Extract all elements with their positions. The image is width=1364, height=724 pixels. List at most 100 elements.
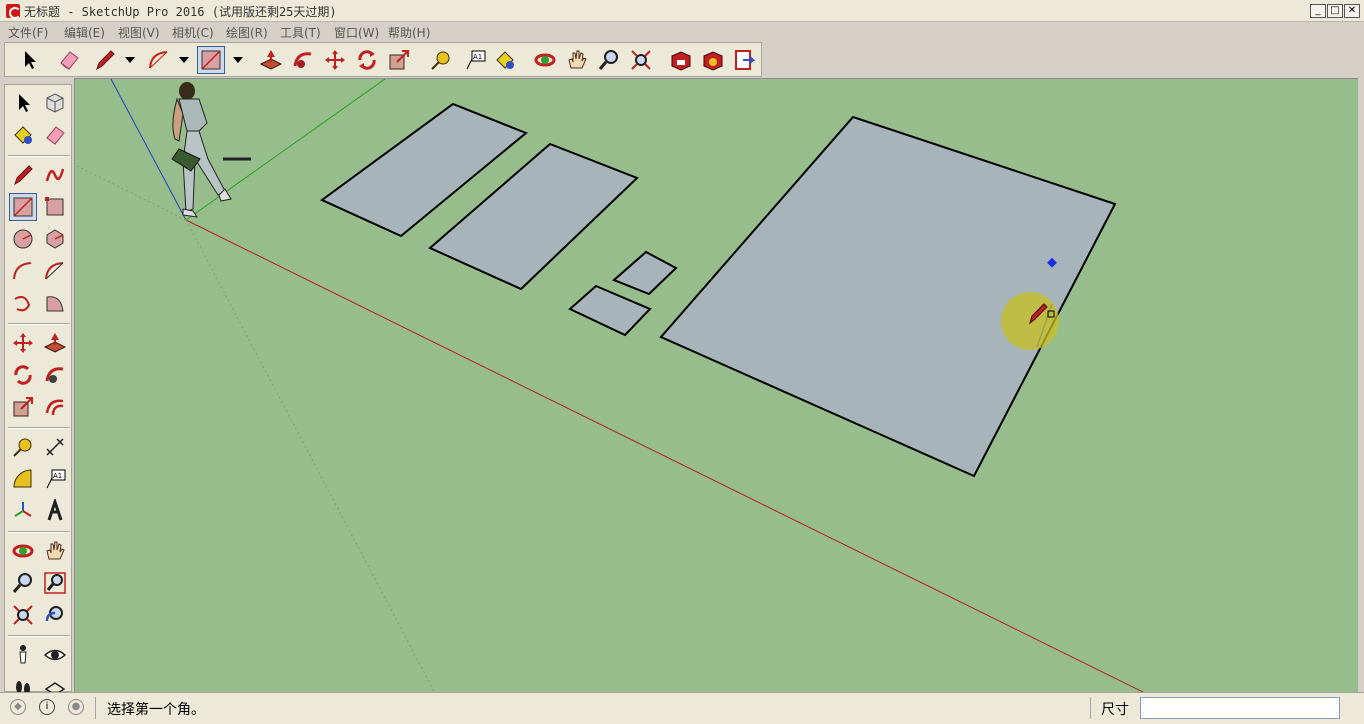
scene-canvas[interactable] bbox=[75, 79, 1358, 692]
svg-text:A1: A1 bbox=[53, 472, 62, 480]
menu-tools[interactable]: 工具(T) bbox=[280, 24, 321, 41]
extension-warehouse-icon[interactable] bbox=[699, 46, 727, 74]
three-point-arc-tool-icon[interactable] bbox=[9, 289, 37, 317]
menu-draw[interactable]: 绘图(R) bbox=[226, 24, 268, 41]
rectangle-tool-icon[interactable] bbox=[197, 46, 225, 74]
select-tool-icon[interactable] bbox=[9, 89, 37, 117]
status-divider bbox=[95, 697, 96, 719]
zoom-tool-icon[interactable] bbox=[595, 46, 623, 74]
menu-edit[interactable]: 编辑(E) bbox=[64, 24, 105, 41]
polygon-tool-icon[interactable] bbox=[41, 225, 69, 253]
position-camera-icon[interactable] bbox=[9, 641, 37, 669]
zoom-extents-tool-icon[interactable] bbox=[9, 601, 37, 629]
push-pull-tool-icon[interactable] bbox=[41, 329, 69, 357]
text-tool-icon[interactable]: A1 bbox=[461, 46, 489, 74]
close-button[interactable]: ✕ bbox=[1344, 4, 1360, 18]
freehand-tool-icon[interactable] bbox=[41, 161, 69, 189]
move-tool-icon[interactable] bbox=[321, 46, 349, 74]
rectangle-face-large[interactable] bbox=[659, 115, 1117, 478]
menu-camera[interactable]: 相机(C) bbox=[172, 24, 214, 41]
push-pull-tool-icon[interactable] bbox=[257, 46, 285, 74]
rotated-rectangle-tool-icon[interactable] bbox=[41, 193, 69, 221]
maximize-button[interactable]: □ bbox=[1327, 4, 1343, 18]
line-tool-dropdown[interactable] bbox=[123, 46, 137, 74]
rotate-tool-icon[interactable] bbox=[353, 46, 381, 74]
measurements-label: 尺寸 bbox=[1101, 702, 1129, 718]
menu-help[interactable]: 帮助(H) bbox=[388, 24, 430, 41]
zoom-extents-tool-icon[interactable] bbox=[627, 46, 655, 74]
rectangle-face[interactable] bbox=[568, 284, 652, 337]
protractor-tool-icon[interactable] bbox=[9, 465, 37, 493]
rotate-tool-icon[interactable] bbox=[9, 361, 37, 389]
status-divider bbox=[1090, 697, 1091, 719]
menu-file[interactable]: 文件(F) bbox=[8, 24, 48, 41]
sketchup-logo-icon bbox=[6, 4, 21, 19]
eraser-tool-icon[interactable] bbox=[41, 121, 69, 149]
arc-tool-dropdown[interactable] bbox=[177, 46, 191, 74]
look-around-icon[interactable] bbox=[41, 641, 69, 669]
status-message: 选择第一个角。 bbox=[107, 702, 205, 718]
follow-me-tool-icon[interactable] bbox=[41, 361, 69, 389]
pan-tool-icon[interactable] bbox=[563, 46, 591, 74]
red-axis-negative bbox=[75, 164, 187, 221]
cursor-highlight bbox=[1001, 292, 1059, 350]
tape-measure-tool-icon[interactable] bbox=[9, 433, 37, 461]
line-tool-icon[interactable] bbox=[9, 161, 37, 189]
scale-figure bbox=[171, 82, 251, 218]
window-title: 无标题 - SketchUp Pro 2016 (试用版还剩25天过期) bbox=[24, 5, 337, 19]
paint-bucket-tool-icon[interactable] bbox=[9, 121, 37, 149]
dimension-tool-icon[interactable] bbox=[41, 433, 69, 461]
menu-bar: 文件(F) 编辑(E) 视图(V) 相机(C) 绘图(R) 工具(T) 窗口(W… bbox=[0, 22, 1364, 42]
menu-window[interactable]: 窗口(W) bbox=[334, 24, 379, 41]
orbit-tool-icon[interactable] bbox=[9, 537, 37, 565]
3d-text-tool-icon[interactable] bbox=[41, 497, 69, 525]
send-to-layout-icon[interactable] bbox=[731, 46, 759, 74]
instructor-icon[interactable]: i bbox=[39, 699, 55, 715]
blue-axis bbox=[110, 79, 187, 221]
tape-measure-tool-icon[interactable] bbox=[427, 46, 455, 74]
menu-view[interactable]: 视图(V) bbox=[118, 24, 160, 41]
large-toolset-toolbar: A1 bbox=[4, 42, 762, 77]
make-component-icon[interactable] bbox=[41, 89, 69, 117]
arc-tool-icon[interactable] bbox=[145, 46, 173, 74]
offset-tool-icon[interactable] bbox=[41, 393, 69, 421]
eraser-tool-icon[interactable] bbox=[55, 46, 83, 74]
3d-warehouse-icon[interactable] bbox=[667, 46, 695, 74]
zoom-window-tool-icon[interactable] bbox=[41, 569, 69, 597]
sign-in-icon[interactable]: ● bbox=[68, 699, 84, 715]
paint-bucket-tool-icon[interactable] bbox=[491, 46, 519, 74]
geo-location-icon[interactable]: ◆ bbox=[10, 699, 26, 715]
text-tool-icon[interactable]: A1 bbox=[41, 465, 69, 493]
right-edge bbox=[1358, 78, 1364, 692]
arc-tool-icon[interactable] bbox=[9, 257, 37, 285]
line-tool-icon[interactable] bbox=[91, 46, 119, 74]
axes-tool-icon[interactable] bbox=[9, 497, 37, 525]
toolset-divider bbox=[8, 155, 70, 157]
select-tool-icon[interactable] bbox=[15, 46, 43, 74]
minimize-button[interactable]: _ bbox=[1310, 4, 1326, 18]
two-point-arc-tool-icon[interactable] bbox=[41, 257, 69, 285]
rectangle-tool-icon[interactable] bbox=[9, 193, 37, 221]
rectangle-face[interactable] bbox=[612, 250, 678, 296]
toolset-divider bbox=[8, 635, 70, 637]
left-toolset: A1 bbox=[4, 84, 72, 696]
pie-tool-icon[interactable] bbox=[41, 289, 69, 317]
scale-tool-icon[interactable] bbox=[385, 46, 413, 74]
toolset-divider bbox=[8, 531, 70, 533]
scale-tool-icon[interactable] bbox=[9, 393, 37, 421]
modeling-viewport[interactable] bbox=[74, 78, 1358, 692]
svg-text:A1: A1 bbox=[473, 53, 482, 61]
title-bar: 无标题 - SketchUp Pro 2016 (试用版还剩25天过期) _ □… bbox=[0, 0, 1364, 22]
toolset-divider bbox=[8, 427, 70, 429]
zoom-tool-icon[interactable] bbox=[9, 569, 37, 597]
status-bar: ◆ i ● 选择第一个角。 尺寸 bbox=[0, 692, 1364, 724]
circle-tool-icon[interactable] bbox=[9, 225, 37, 253]
rectangle-tool-dropdown[interactable] bbox=[231, 46, 245, 74]
measurements-input[interactable] bbox=[1140, 697, 1340, 719]
previous-view-icon[interactable] bbox=[41, 601, 69, 629]
move-tool-icon[interactable] bbox=[9, 329, 37, 357]
follow-me-tool-icon[interactable] bbox=[289, 46, 317, 74]
green-axis-negative bbox=[185, 219, 436, 692]
pan-tool-icon[interactable] bbox=[41, 537, 69, 565]
orbit-tool-icon[interactable] bbox=[531, 46, 559, 74]
